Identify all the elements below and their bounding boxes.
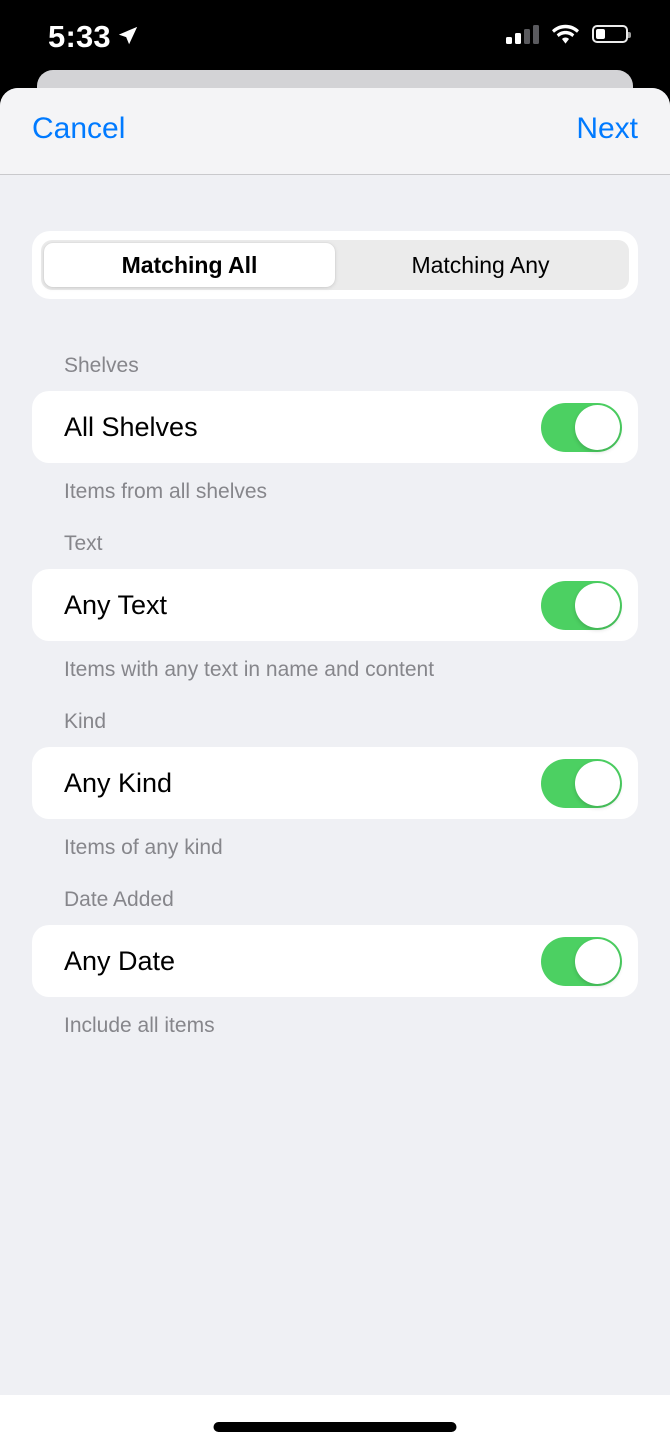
row-label-any-kind: Any Kind xyxy=(64,767,173,798)
segmented-control-card: Matching All Matching Any xyxy=(32,231,638,299)
cellular-bars-icon xyxy=(506,24,539,44)
section-shelves: Shelves All Shelves Items from all shelv… xyxy=(0,354,670,504)
row-all-shelves[interactable]: All Shelves xyxy=(32,391,638,463)
section-footer-date-added: Include all items xyxy=(64,1014,215,1037)
section-kind: Kind Any Kind Items of any kind xyxy=(0,710,670,860)
home-indicator[interactable] xyxy=(213,1422,457,1432)
wifi-icon xyxy=(552,24,579,44)
section-footer-kind: Items of any kind xyxy=(64,836,223,859)
section-footer-text: Items with any text in name and content xyxy=(64,658,435,681)
section-date-added: Date Added Any Date Include all items xyxy=(0,888,670,1038)
section-header-date-added: Date Added xyxy=(64,888,174,911)
segment-matching-any[interactable]: Matching Any xyxy=(335,243,626,287)
section-header-kind: Kind xyxy=(64,710,107,733)
toggle-any-date[interactable] xyxy=(541,936,622,986)
toggle-any-text[interactable] xyxy=(541,580,622,630)
match-mode-segmented-control[interactable]: Matching All Matching Any xyxy=(41,240,629,290)
phone-screen: 5:33 Cancel Next Matching All Matching A… xyxy=(0,0,670,1450)
row-label-any-date: Any Date xyxy=(64,945,176,976)
sheet-content: Matching All Matching Any Shelves All Sh… xyxy=(0,175,670,1394)
battery-icon xyxy=(592,25,631,43)
toggle-all-shelves[interactable] xyxy=(541,402,622,452)
row-any-kind[interactable]: Any Kind xyxy=(32,747,638,819)
cancel-button[interactable]: Cancel xyxy=(32,109,125,149)
status-bar-time: 5:33 xyxy=(48,19,111,54)
section-text: Text Any Text Items with any text in nam… xyxy=(0,532,670,682)
next-button[interactable]: Next xyxy=(576,109,638,149)
row-any-text[interactable]: Any Text xyxy=(32,569,638,641)
section-header-shelves: Shelves xyxy=(64,354,139,377)
status-bar: 5:33 xyxy=(0,0,670,70)
row-label-any-text: Any Text xyxy=(64,589,168,620)
location-arrow-icon xyxy=(118,26,138,45)
bottom-bar xyxy=(0,1395,670,1450)
status-bar-indicators xyxy=(506,24,631,44)
toggle-any-kind[interactable] xyxy=(541,758,622,808)
filter-sections: Shelves All Shelves Items from all shelv… xyxy=(0,354,670,1038)
modal-sheet: Cancel Next Matching All Matching Any Sh… xyxy=(0,88,670,1395)
navigation-bar: Cancel Next xyxy=(0,88,670,175)
row-any-date[interactable]: Any Date xyxy=(32,925,638,997)
section-footer-shelves: Items from all shelves xyxy=(64,480,268,503)
section-header-text: Text xyxy=(64,532,103,555)
segment-matching-all[interactable]: Matching All xyxy=(44,243,335,287)
row-label-all-shelves: All Shelves xyxy=(64,411,198,442)
